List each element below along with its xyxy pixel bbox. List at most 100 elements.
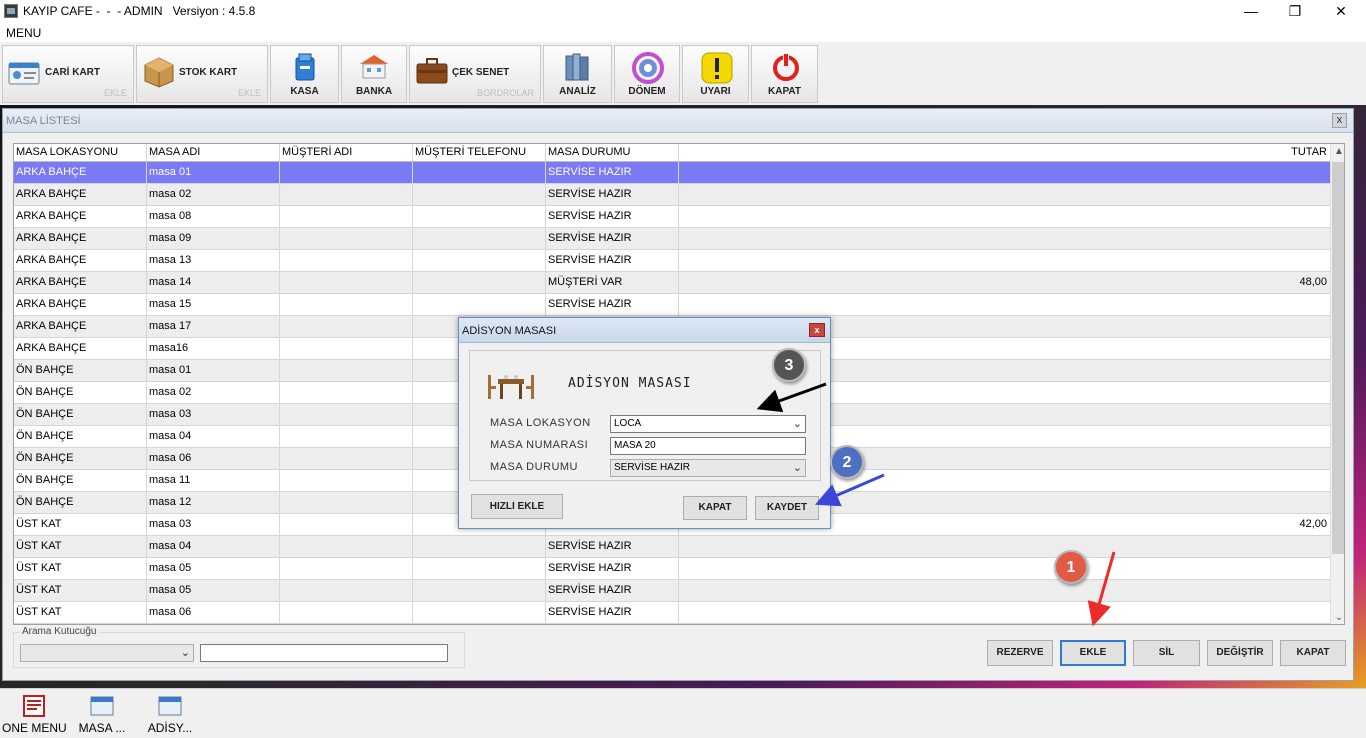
cell-masa-adi: masa 17 [147, 316, 280, 337]
masa-durumu-select[interactable]: SERVİSE HAZIR ⌄ [610, 459, 806, 477]
cell-musteri-adi [280, 316, 413, 337]
cell-musteri-telefonu [413, 536, 546, 557]
analiz-button[interactable]: ANALİZ [543, 45, 612, 103]
taskbar-one-menu[interactable]: ONE MENU [2, 693, 67, 737]
cell-lokasyon: ARKA BAHÇE [14, 294, 147, 315]
cell-musteri-adi [280, 404, 413, 425]
cell-tutar [679, 536, 1330, 557]
cell-masa-adi: masa 01 [147, 162, 280, 183]
cell-tutar [679, 558, 1330, 579]
cell-tutar [679, 602, 1330, 623]
table-row[interactable]: ARKA BAHÇE masa 09 SERVİSE HAZIR [14, 228, 1330, 250]
taskbar-masa[interactable]: MASA ... [74, 693, 130, 737]
banka-button[interactable]: BANKA [341, 45, 407, 103]
cell-musteri-adi [280, 470, 413, 491]
masa-listesi-close-button[interactable]: x [1332, 113, 1347, 128]
kapat-list-button[interactable]: KAPAT [1280, 640, 1346, 666]
window-icon [158, 696, 182, 716]
sil-button[interactable]: SİL [1133, 640, 1200, 666]
cek-senet-label: ÇEK SENET [452, 67, 510, 78]
cell-musteri-adi [280, 206, 413, 227]
cell-lokasyon: ARKA BAHÇE [14, 338, 147, 359]
search-legend: Arama Kutucuğu [20, 626, 99, 637]
menu-document-icon [23, 695, 45, 717]
table-row[interactable]: ARKA BAHÇE masa 02 SERVİSE HAZIR [14, 184, 1330, 206]
cell-lokasyon: ÖN BAHÇE [14, 382, 147, 403]
cash-register-icon [295, 53, 315, 81]
table-row[interactable]: ARKA BAHÇE masa 13 SERVİSE HAZIR [14, 250, 1330, 272]
table-row[interactable]: ÜST KAT masa 06 SERVİSE HAZIR [14, 602, 1330, 624]
taskbar-adisyon[interactable]: ADİSY... [142, 693, 198, 737]
cell-masa-adi: masa 03 [147, 514, 280, 535]
warning-icon [701, 52, 733, 84]
dialog-heading: ADİSYON MASASI [568, 376, 692, 391]
column-header-musteri-telefonu[interactable]: MÜŞTERİ TELEFONU [413, 144, 546, 161]
column-header-tutar[interactable]: TUTAR [679, 144, 1330, 161]
rezerve-button[interactable]: REZERVE [987, 640, 1053, 666]
adisyon-dialog: ADİSYON MASASI x ADİSYON MASASI MASA LOK… [458, 317, 831, 529]
cell-musteri-adi [280, 492, 413, 513]
cell-tutar [679, 184, 1330, 205]
table-row[interactable]: ARKA BAHÇE masa 14 MÜŞTERİ VAR 48,00 [14, 272, 1330, 294]
grid-scrollbar[interactable]: ▲ ⌄ [1330, 144, 1344, 624]
kapat-app-label: KAPAT [768, 86, 801, 97]
scroll-up-icon[interactable]: ▲ [1331, 144, 1344, 160]
column-header-lokasyon[interactable]: MASA LOKASYONU [14, 144, 147, 161]
cell-tutar [679, 294, 1330, 315]
table-row[interactable]: ÜST KAT masa 05 SERVİSE HAZIR [14, 580, 1330, 602]
dialog-kapat-button[interactable]: KAPAT [683, 496, 747, 520]
cell-musteri-telefonu [413, 206, 546, 227]
cell-masa-adi: masa 02 [147, 184, 280, 205]
cell-masa-adi: masa 11 [147, 470, 280, 491]
column-header-masa-durumu[interactable]: MASA DURUMU [546, 144, 679, 161]
masa-durumu-label: MASA DURUMU [490, 461, 579, 473]
cell-musteri-adi [280, 184, 413, 205]
scroll-down-icon[interactable]: ⌄ [1331, 610, 1344, 624]
search-column-select[interactable]: ⌄ [20, 644, 194, 662]
cell-lokasyon: ARKA BAHÇE [14, 316, 147, 337]
cell-masa-adi: masa16 [147, 338, 280, 359]
table-row[interactable]: ARKA BAHÇE masa 15 SERVİSE HAZIR [14, 294, 1330, 316]
close-window-button[interactable]: ✕ [1318, 0, 1364, 24]
cari-kart-label: CARİ KART [45, 67, 100, 78]
stok-kart-button[interactable]: STOK KART EKLE [136, 45, 268, 103]
restore-button[interactable]: ❐ [1272, 0, 1318, 24]
ekle-button[interactable]: EKLE [1060, 640, 1126, 666]
table-row[interactable]: ÜST KAT masa 04 SERVİSE HAZIR [14, 536, 1330, 558]
table-row[interactable]: ÜST KAT masa 05 SERVİSE HAZIR [14, 558, 1330, 580]
kasa-button[interactable]: KASA [270, 45, 339, 103]
kasa-label: KASA [290, 86, 319, 97]
cek-senet-sub: BORDROLAR [476, 88, 534, 98]
dialog-close-button[interactable]: x [809, 323, 825, 337]
menu-item-menu[interactable]: MENU [6, 26, 41, 40]
degistir-button[interactable]: DEĞİŞTİR [1207, 640, 1273, 666]
dialog-title: ADİSYON MASASI [462, 325, 557, 337]
cell-musteri-telefonu [413, 558, 546, 579]
menu-bar: MENU [0, 24, 1366, 42]
dialog-kaydet-button[interactable]: KAYDET [755, 496, 819, 520]
hizli-ekle-button[interactable]: HIZLI EKLE [471, 494, 563, 519]
donem-button[interactable]: DÖNEM [614, 45, 680, 103]
cell-masa-durumu: SERVİSE HAZIR [546, 162, 679, 183]
taskbar-masa-label: MASA ... [78, 721, 126, 735]
table-row[interactable]: ARKA BAHÇE masa 08 SERVİSE HAZIR [14, 206, 1330, 228]
cari-kart-button[interactable]: CARİ KART EKLE [2, 45, 134, 103]
scroll-thumb[interactable] [1332, 162, 1344, 554]
minimize-button[interactable]: — [1228, 0, 1274, 24]
box-icon [144, 57, 174, 88]
briefcase-icon [416, 58, 448, 84]
masa-lokasyon-select[interactable]: LOCA ⌄ [610, 415, 806, 433]
kapat-app-button[interactable]: KAPAT [751, 45, 818, 103]
column-header-musteri-adi[interactable]: MÜŞTERİ ADI [280, 144, 413, 161]
masa-listesi-titlebar: MASA LİSTESİ x [3, 109, 1353, 133]
cell-lokasyon: ÖN BAHÇE [14, 448, 147, 469]
cek-senet-button[interactable]: ÇEK SENET BORDROLAR [409, 45, 541, 103]
dialog-titlebar: ADİSYON MASASI x [459, 318, 830, 343]
column-header-masa-adi[interactable]: MASA ADI [147, 144, 280, 161]
uyari-button[interactable]: UYARI [682, 45, 749, 103]
masa-numarasi-input[interactable]: MASA 20 [610, 437, 806, 455]
search-input[interactable] [200, 644, 448, 662]
table-row[interactable]: ARKA BAHÇE masa 01 SERVİSE HAZIR [14, 162, 1330, 184]
cell-musteri-adi [280, 558, 413, 579]
cell-lokasyon: ÜST KAT [14, 514, 147, 535]
